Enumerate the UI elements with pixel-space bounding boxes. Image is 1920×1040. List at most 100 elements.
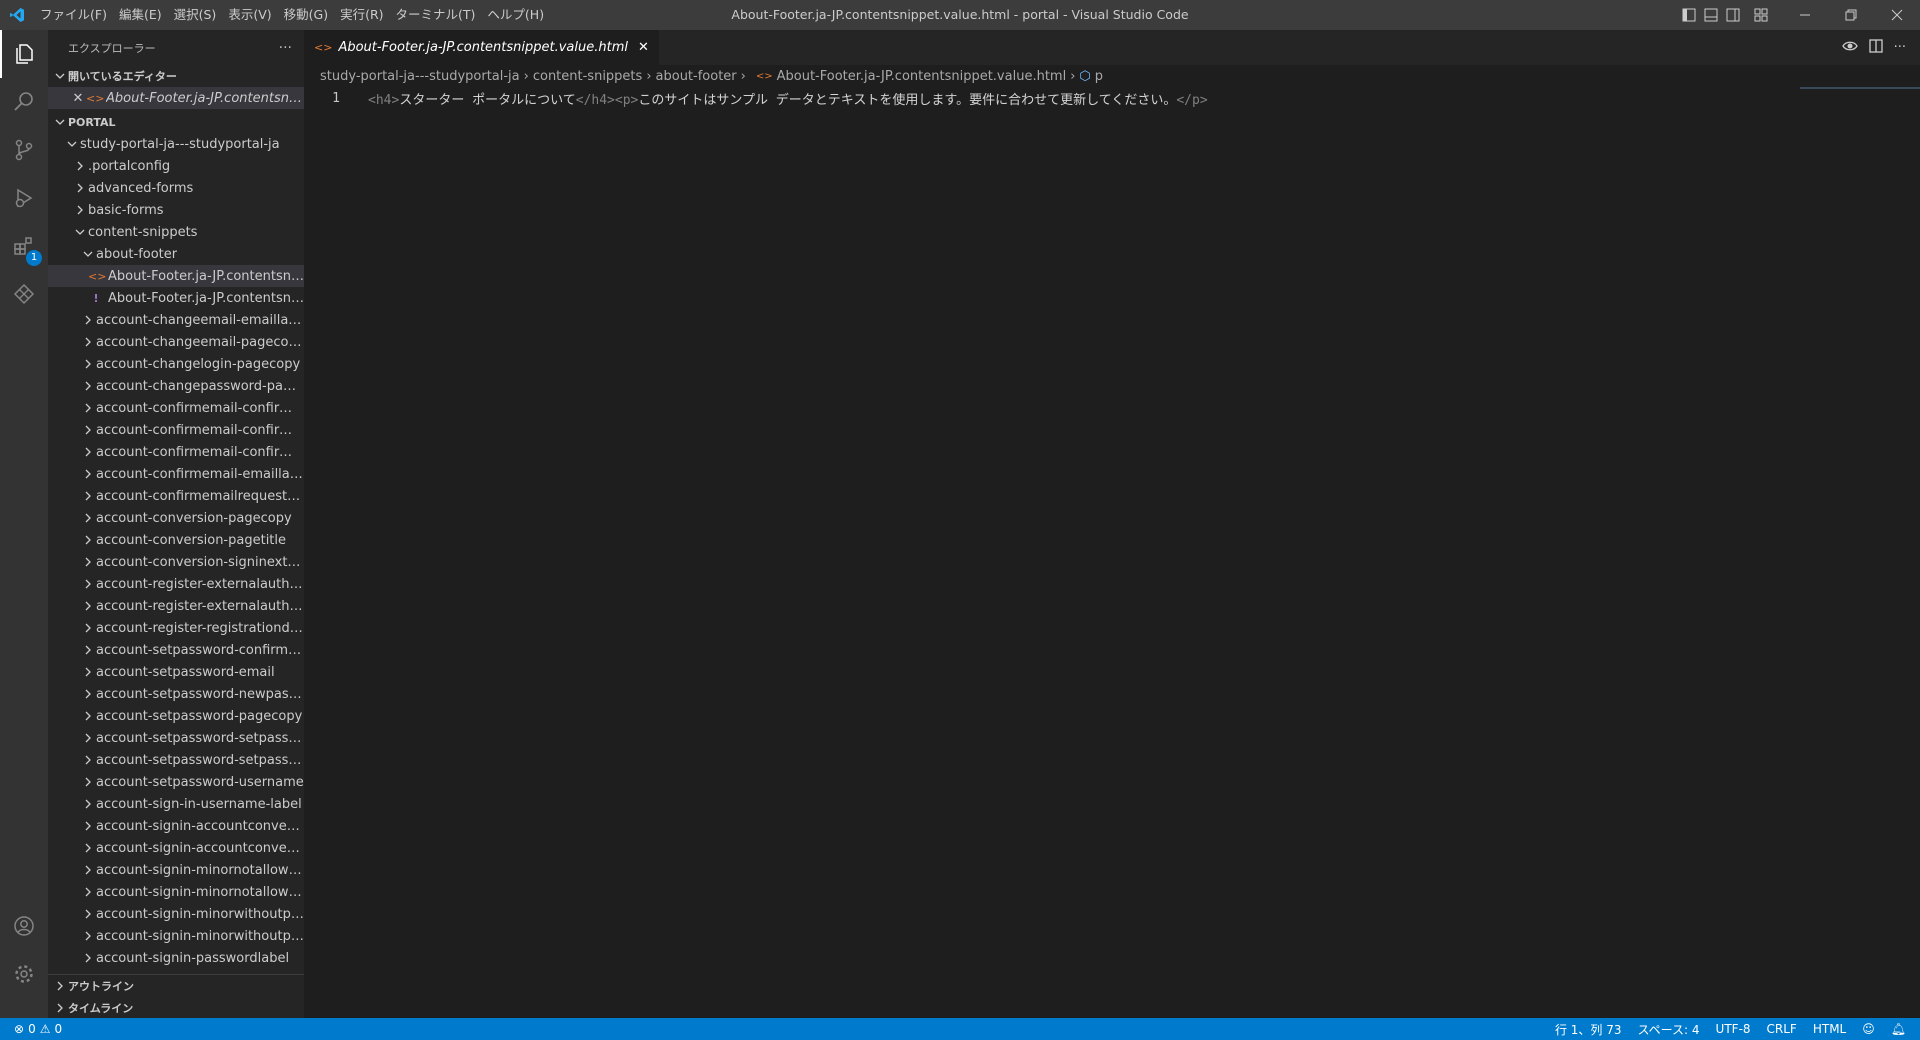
outline-label: アウトライン [68, 980, 134, 993]
tree-folder[interactable]: basic-forms [48, 199, 304, 221]
tree-folder[interactable]: account-changeemail-emaillabel [48, 309, 304, 331]
tree-folder-label: account-confirmemail-emaillabel [96, 466, 304, 482]
run-debug-icon[interactable] [0, 174, 48, 222]
close-icon[interactable]: ✕ [70, 91, 86, 106]
chevron-down-icon [72, 224, 88, 240]
power-platform-icon[interactable] [0, 270, 48, 318]
tree-folder[interactable]: account-conversion-signinexternal [48, 551, 304, 573]
element-symbol-icon: ⬡ [1079, 68, 1091, 84]
tree-folder[interactable]: account-register-registrationdisabled [48, 617, 304, 639]
tree-folder[interactable]: advanced-forms [48, 177, 304, 199]
settings-gear-icon[interactable] [0, 950, 48, 998]
breadcrumb-item[interactable]: p [1095, 69, 1103, 84]
close-tab-icon[interactable]: ✕ [638, 40, 649, 55]
code-content[interactable]: <h4>スターター ポータルについて</h4><p>このサイトはサンプル データ… [354, 89, 1208, 108]
tree-folder[interactable]: account-signin-minorwithoutparent [48, 925, 304, 947]
tree-folder[interactable]: account-setpassword-setpassword [48, 727, 304, 749]
tree-folder[interactable]: account-signin-minornotallowedcontent [48, 859, 304, 881]
tree-folder[interactable]: account-confirmemail-confirmemail [48, 397, 304, 419]
code-line[interactable]: 1 <h4>スターター ポータルについて</h4><p>このサイトはサンプル デ… [304, 87, 1920, 109]
chevron-right-icon [80, 884, 96, 900]
toggle-secondary-sidebar-icon[interactable] [1722, 0, 1744, 30]
preview-icon[interactable] [1841, 38, 1858, 58]
menu-file[interactable]: ファイル(F) [34, 0, 113, 30]
menu-help[interactable]: ヘルプ(H) [481, 0, 550, 30]
tree-file-yml[interactable]: ! About-Footer.ja-JP.contentsnippet.yml [48, 287, 304, 309]
tree-folder[interactable]: account-signin-accountconversion [48, 837, 304, 859]
tree-folder[interactable]: account-setpassword-confirmpassword [48, 639, 304, 661]
chevron-right-icon [80, 334, 96, 350]
open-editor-filename: About-Footer.ja-JP.contentsnippet.value.… [106, 90, 304, 106]
breadcrumb-item[interactable]: About-Footer.ja-JP.contentsnippet.value.… [777, 69, 1067, 84]
yaml-file-icon: ! [93, 291, 99, 305]
tree-folder[interactable]: account-conversion-pagetitle [48, 529, 304, 551]
tree-folder[interactable]: account-confirmemail-confirmemail [48, 419, 304, 441]
split-editor-icon[interactable] [1868, 38, 1884, 58]
accounts-icon[interactable] [0, 902, 48, 950]
breadcrumb-item[interactable]: study-portal-ja---studyportal-ja [320, 69, 520, 84]
tree-folder-label: about-footer [96, 246, 178, 262]
encoding[interactable]: UTF-8 [1716, 1022, 1751, 1036]
indentation[interactable]: スペース: 4 [1637, 1021, 1699, 1038]
tree-folder[interactable]: account-setpassword-newpassword [48, 683, 304, 705]
explorer-more-actions-icon[interactable]: ··· [279, 40, 292, 56]
menu-view[interactable]: 表示(V) [222, 0, 277, 30]
tree-folder[interactable]: account-changelogin-pagecopy [48, 353, 304, 375]
open-editor-item[interactable]: ✕ <> About-Footer.ja-JP.contentsnippet.v… [48, 87, 304, 109]
tree-folder[interactable]: account-confirmemail-confirmemail [48, 441, 304, 463]
outline-section[interactable]: アウトライン [48, 975, 304, 997]
more-actions-icon[interactable]: ··· [1894, 40, 1906, 55]
tree-folder[interactable]: account-signin-accountconversion [48, 815, 304, 837]
menu-terminal[interactable]: ターミナル(T) [390, 0, 482, 30]
tree-folder[interactable]: account-conversion-pagecopy [48, 507, 304, 529]
toggle-panel-icon[interactable] [1700, 0, 1722, 30]
feedback-icon[interactable]: ☺ [1862, 1022, 1875, 1036]
tree-folder[interactable]: account-register-externalauthentication [48, 573, 304, 595]
tree-folder[interactable]: account-setpassword-setpassword [48, 749, 304, 771]
customize-layout-icon[interactable] [1750, 0, 1772, 30]
tree-folder[interactable]: account-setpassword-username [48, 771, 304, 793]
tree-folder[interactable]: account-confirmemail-emaillabel [48, 463, 304, 485]
tree-folder-about-footer[interactable]: about-footer [48, 243, 304, 265]
tree-folder[interactable]: account-changepassword-pagecopy [48, 375, 304, 397]
open-editors-section[interactable]: 開いているエディター [48, 65, 304, 87]
notifications-bell-icon[interactable]: 🔔︎ [1891, 1022, 1906, 1036]
tree-folder-content-snippets[interactable]: content-snippets [48, 221, 304, 243]
close-window-icon[interactable] [1874, 0, 1920, 30]
tree-file-html[interactable]: <> About-Footer.ja-JP.contentsnippet.val… [48, 265, 304, 287]
timeline-section[interactable]: タイムライン [48, 997, 304, 1018]
problems-indicator[interactable]: ⊗ 0 ⚠ 0 [0, 1022, 62, 1036]
tree-folder[interactable]: account-signin-passwordlabel [48, 947, 304, 969]
minimap[interactable] [1800, 87, 1920, 91]
end-of-line[interactable]: CRLF [1767, 1022, 1797, 1036]
toggle-primary-sidebar-icon[interactable] [1678, 0, 1700, 30]
menu-run[interactable]: 実行(R) [334, 0, 389, 30]
tree-folder[interactable]: .portalconfig [48, 155, 304, 177]
search-icon[interactable] [0, 78, 48, 126]
source-control-icon[interactable] [0, 126, 48, 174]
menu-go[interactable]: 移動(G) [278, 0, 334, 30]
minimize-icon[interactable] [1782, 0, 1828, 30]
tree-folder-root[interactable]: study-portal-ja---studyportal-ja [48, 133, 304, 155]
portal-section[interactable]: PORTAL [48, 111, 304, 133]
cursor-position[interactable]: 行 1、列 73 [1555, 1021, 1622, 1038]
tree-folder[interactable]: account-register-externalauthentication [48, 595, 304, 617]
restore-icon[interactable] [1828, 0, 1874, 30]
portal-label: PORTAL [68, 115, 116, 129]
tree-folder[interactable]: account-signin-minorwithoutparent [48, 903, 304, 925]
tree-folder[interactable]: account-confirmemailrequest-pagecopy [48, 485, 304, 507]
explorer-icon[interactable] [0, 30, 48, 78]
menu-selection[interactable]: 選択(S) [168, 0, 223, 30]
tree-folder[interactable]: account-signin-minornotallowedheader [48, 881, 304, 903]
breadcrumb-item[interactable]: about-footer [656, 69, 737, 84]
editor-tab-active[interactable]: <> About-Footer.ja-JP.contentsnippet.val… [304, 30, 659, 65]
tree-folder[interactable]: account-sign-in-username-label [48, 793, 304, 815]
language-mode[interactable]: HTML [1813, 1022, 1846, 1036]
menu-edit[interactable]: 編集(E) [113, 0, 168, 30]
tree-folder[interactable]: account-changeemail-pagecopy [48, 331, 304, 353]
tree-folder[interactable]: account-setpassword-email [48, 661, 304, 683]
tree-folder[interactable]: account-setpassword-pagecopy [48, 705, 304, 727]
breadcrumb-item[interactable]: content-snippets [533, 69, 642, 84]
chevron-right-icon [80, 378, 96, 394]
extensions-icon[interactable]: 1 [0, 222, 48, 270]
